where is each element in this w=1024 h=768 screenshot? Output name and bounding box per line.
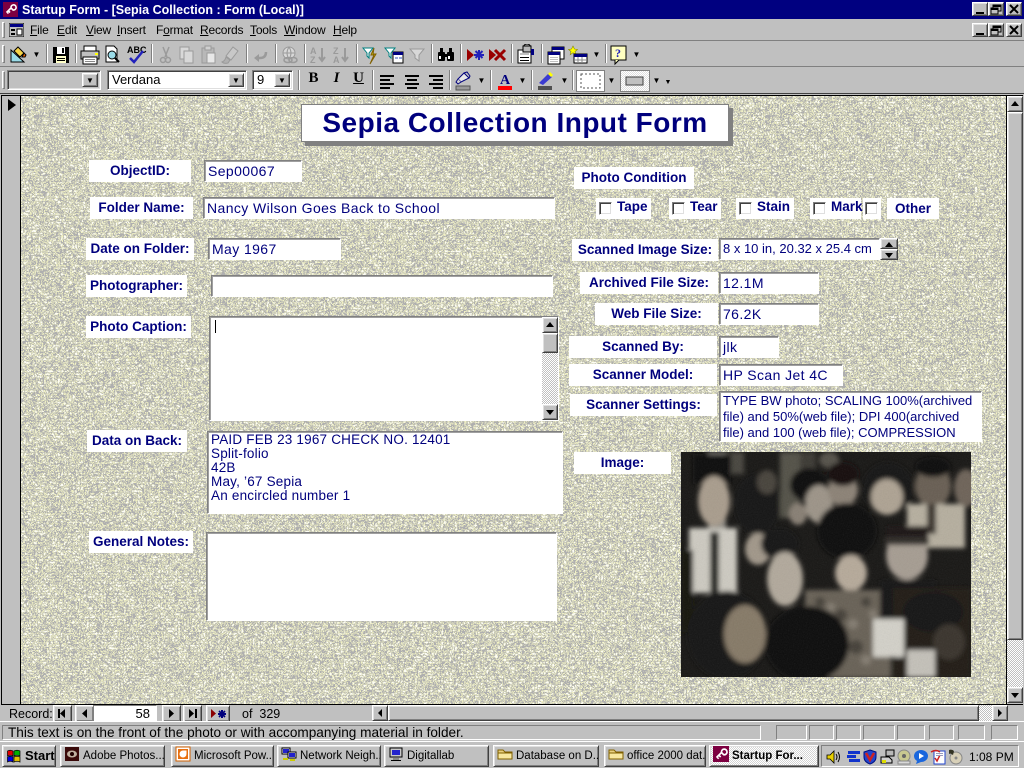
svg-text:A: A	[499, 73, 510, 88]
svg-text:A: A	[333, 55, 340, 65]
svg-text:ABC: ABC	[127, 45, 147, 55]
svg-text:?: ?	[615, 46, 621, 60]
svg-text:Z: Z	[310, 55, 316, 65]
